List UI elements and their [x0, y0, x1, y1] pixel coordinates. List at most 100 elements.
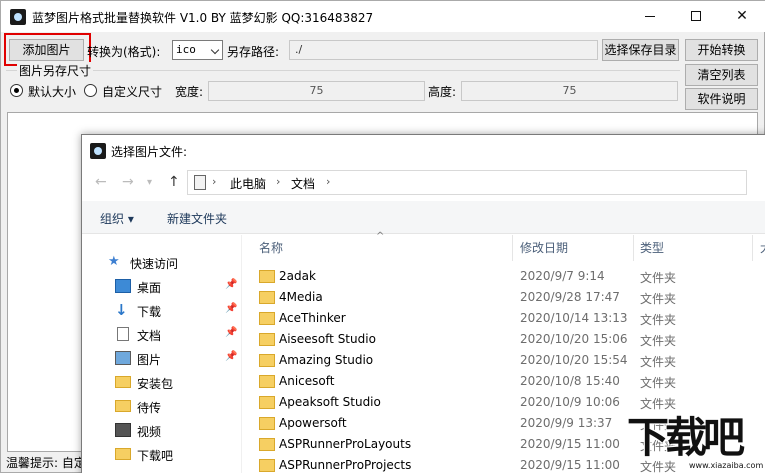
start-convert-button[interactable]: 开始转换: [685, 39, 758, 61]
folder-icon: [259, 354, 275, 367]
folder-icon: [259, 375, 275, 388]
save-path-label: 另存路径:: [227, 45, 280, 59]
column-header-name[interactable]: 名称: [259, 239, 283, 256]
close-button[interactable]: ✕: [719, 1, 765, 32]
file-type: 文件夹: [640, 355, 677, 369]
pin-icon: 📌: [225, 303, 238, 314]
file-date: 2020/10/8 15:40: [520, 374, 620, 388]
breadcrumb-separator-icon: ›: [326, 175, 331, 188]
main-titlebar: 蓝梦图片格式批量替换软件 V1.0 BY 蓝梦幻影 QQ:316483827 ✕: [1, 1, 765, 32]
column-header-size[interactable]: 大: [760, 239, 765, 256]
file-date: 2020/10/9 10:06: [520, 395, 620, 409]
format-select[interactable]: ico: [172, 40, 223, 60]
pictures-icon: [115, 351, 131, 365]
window-title: 蓝梦图片格式批量替换软件 V1.0 BY 蓝梦幻影 QQ:316483827: [32, 11, 374, 25]
width-label: 宽度:: [175, 85, 204, 99]
file-type: 文件夹: [640, 292, 677, 306]
maximize-icon: [691, 11, 701, 21]
column-header-date[interactable]: 修改日期: [520, 239, 568, 256]
file-name: 2adak: [279, 269, 316, 283]
nav-item-label: 待传: [137, 401, 162, 415]
up-arrow-icon[interactable]: ↑: [168, 174, 180, 190]
breadcrumb-this-pc[interactable]: 此电脑: [230, 175, 266, 192]
file-date: 2020/10/20 15:54: [520, 353, 628, 367]
file-name: Amazing Studio: [279, 353, 374, 367]
close-icon: ✕: [736, 8, 748, 24]
pin-icon: 📌: [225, 327, 238, 338]
default-size-radio[interactable]: [10, 84, 23, 97]
file-row[interactable]: Apeaksoft Studio 2020/10/9 10:06 文件夹: [242, 392, 765, 413]
forward-arrow-icon[interactable]: →: [122, 174, 134, 190]
file-date: 2020/9/28 17:47: [520, 290, 620, 304]
file-type: 文件夹: [640, 271, 677, 285]
nav-item-label: 视频: [137, 425, 162, 439]
nav-item-quick-access[interactable]: ★ 快速访问: [108, 252, 258, 274]
pin-icon: 📌: [225, 351, 238, 362]
file-date: 2020/9/9 13:37: [520, 416, 613, 430]
file-row[interactable]: 2adak 2020/9/7 9:14 文件夹: [242, 266, 765, 287]
dialog-app-icon: [90, 143, 106, 159]
file-date: 2020/9/15 11:00: [520, 437, 620, 451]
video-icon: [115, 423, 131, 437]
maximize-button[interactable]: [673, 1, 719, 32]
watermark: 下载吧 www.xiazaiba.com: [627, 414, 765, 473]
file-date: 2020/10/14 13:13: [520, 311, 628, 325]
file-type: 文件夹: [640, 376, 677, 390]
pin-icon: 📌: [225, 279, 238, 290]
file-name: Apowersoft: [279, 416, 347, 430]
address-bar[interactable]: › 此电脑 › 文档 ›: [187, 170, 747, 195]
file-row[interactable]: Anicesoft 2020/10/8 15:40 文件夹: [242, 371, 765, 392]
height-input[interactable]: 75: [461, 81, 678, 101]
column-header-type[interactable]: 类型: [640, 239, 664, 256]
save-path-input[interactable]: ./: [289, 40, 598, 60]
choose-save-dir-button[interactable]: 选择保存目录: [602, 39, 679, 61]
clear-list-button[interactable]: 清空列表: [685, 64, 758, 86]
nav-item-label: 快速访问: [130, 257, 179, 271]
desktop-icon: [115, 279, 131, 293]
format-select-value: ico: [176, 43, 196, 56]
file-type: 文件夹: [640, 334, 677, 348]
default-size-label: 默认大小: [28, 85, 77, 99]
breadcrumb-documents[interactable]: 文档: [291, 175, 315, 192]
custom-size-radio[interactable]: [84, 84, 97, 97]
breadcrumb-separator-icon: ›: [212, 175, 217, 188]
help-button[interactable]: 软件说明: [685, 88, 758, 110]
folder-icon: [259, 270, 275, 283]
column-divider: [752, 235, 753, 261]
sort-ascending-icon: ^: [376, 231, 385, 242]
file-date: 2020/9/15 11:00: [520, 458, 620, 472]
organize-button[interactable]: 组织 ▾: [100, 210, 134, 227]
minimize-icon: [645, 16, 655, 17]
resize-group-label: 图片另存尺寸: [17, 62, 94, 79]
folder-icon: [259, 459, 275, 472]
folder-icon: [259, 312, 275, 325]
document-icon: [117, 327, 129, 341]
convert-format-label: 转换为(格式):: [87, 45, 161, 59]
file-row[interactable]: Aiseesoft Studio 2020/10/20 15:06 文件夹: [242, 329, 765, 350]
folder-icon: [259, 417, 275, 430]
computer-icon: [194, 175, 206, 190]
height-label: 高度:: [428, 85, 457, 99]
width-input[interactable]: 75: [208, 81, 425, 101]
watermark-url: www.xiazaiba.com: [689, 461, 764, 470]
folder-icon: [259, 396, 275, 409]
file-type: 文件夹: [640, 313, 677, 327]
back-arrow-icon[interactable]: ←: [95, 174, 107, 190]
add-images-button[interactable]: 添加图片: [9, 39, 84, 61]
new-folder-button[interactable]: 新建文件夹: [167, 210, 227, 227]
breadcrumb-separator-icon: ›: [276, 175, 281, 188]
folder-icon: [115, 448, 131, 460]
recent-dropdown-icon[interactable]: ▾: [147, 177, 152, 188]
file-name: Anicesoft: [279, 374, 335, 388]
folder-icon: [115, 400, 131, 412]
file-row[interactable]: AceThinker 2020/10/14 13:13 文件夹: [242, 308, 765, 329]
dialog-title: 选择图片文件:: [111, 145, 188, 159]
file-row[interactable]: Amazing Studio 2020/10/20 15:54 文件夹: [242, 350, 765, 371]
column-divider: [512, 235, 513, 261]
file-name: AceThinker: [279, 311, 346, 325]
minimize-button[interactable]: [627, 1, 673, 32]
file-row[interactable]: 4Media 2020/9/28 17:47 文件夹: [242, 287, 765, 308]
watermark-logo: 下载吧: [627, 413, 745, 462]
dialog-titlebar: 选择图片文件:: [82, 135, 765, 166]
nav-item-label: 下载吧: [137, 449, 174, 463]
